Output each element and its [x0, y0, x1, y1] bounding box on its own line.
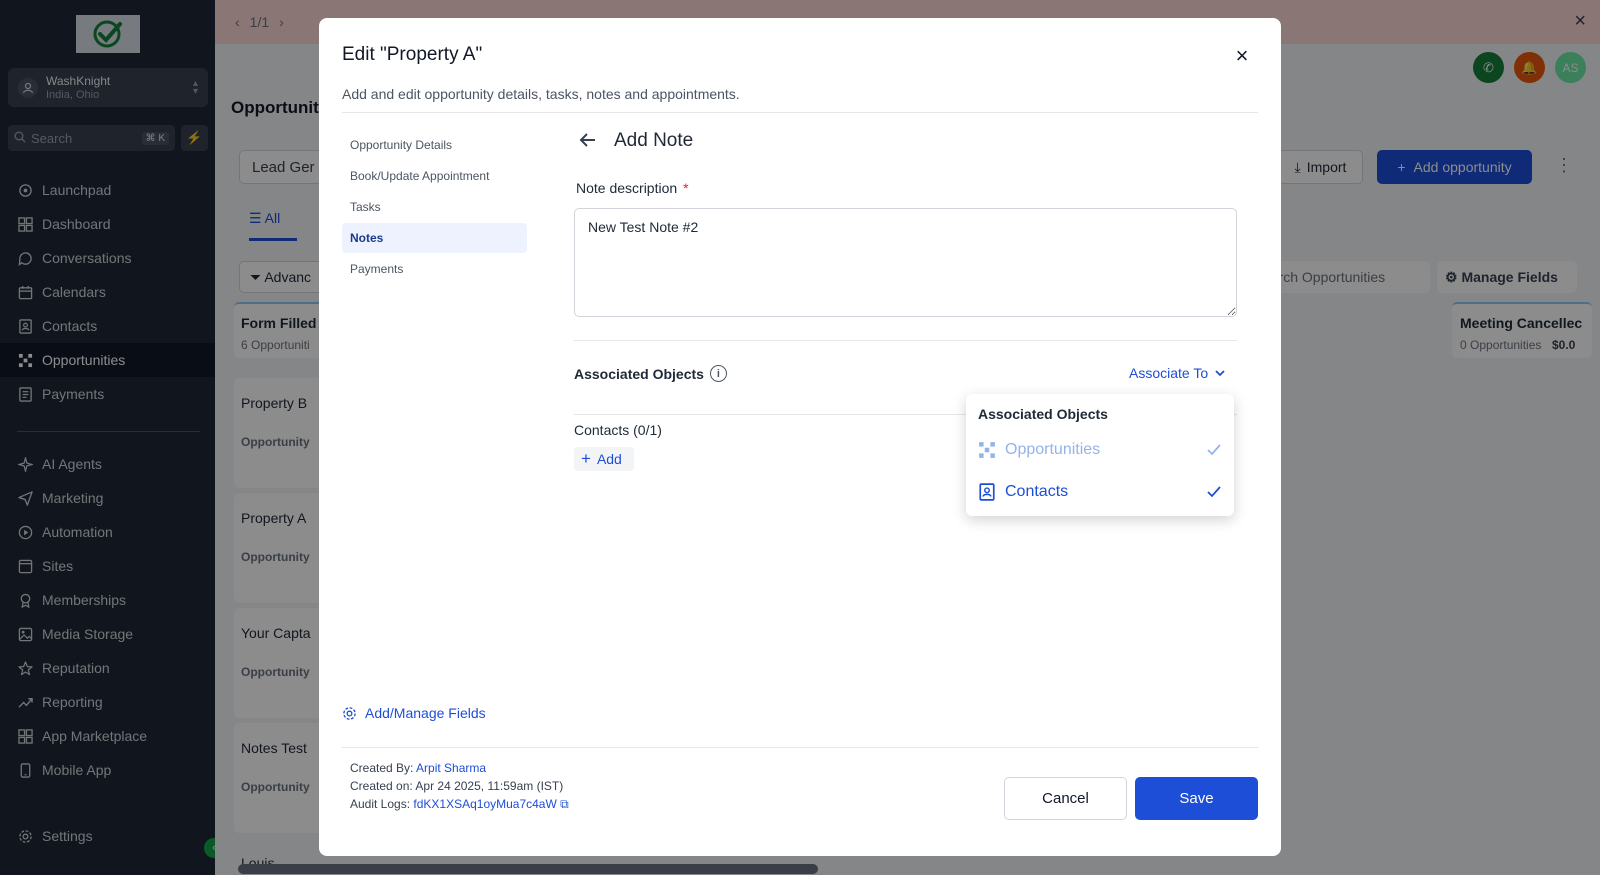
created-by-label: Created By:	[350, 761, 414, 775]
check-icon	[1207, 486, 1221, 498]
info-icon[interactable]: i	[709, 365, 727, 382]
check-icon	[1207, 444, 1221, 456]
note-description-field[interactable]: New Test Note #2	[574, 208, 1237, 317]
add-label: Add	[596, 451, 622, 467]
note-label-text: Note description	[576, 180, 678, 196]
option-label: Contacts	[1005, 483, 1069, 500]
associate-to-label: Associate To	[1129, 365, 1209, 381]
associated-objects-label: Associated Objects	[574, 365, 704, 382]
tab-payments[interactable]: Payments	[342, 254, 527, 284]
audit-logs-label: Audit Logs:	[350, 797, 411, 811]
associate-to-button[interactable]: Associate To	[1129, 365, 1226, 381]
created-on-value: Apr 24 2025, 11:59am (IST)	[415, 779, 564, 793]
created-on-label: Created on:	[350, 779, 413, 793]
divider	[574, 340, 1237, 341]
edit-opportunity-modal: Edit "Property A" Add and edit opportuni…	[319, 18, 1281, 856]
dropdown-option-contacts[interactable]: Contacts	[978, 478, 1222, 506]
copy-icon[interactable]: ⧉	[560, 797, 569, 811]
audit-log-link[interactable]: fdKX1XSAq1oyMua7c4aW	[413, 797, 556, 811]
contacts-heading: Contacts (0/1)	[574, 422, 662, 438]
add-contact-button[interactable]: + Add	[574, 447, 634, 471]
manage-fields-text: Add/Manage Fields	[365, 705, 486, 721]
close-icon[interactable]: ×	[1231, 45, 1253, 68]
cancel-button[interactable]: Cancel	[1004, 777, 1127, 820]
plus-icon: +	[581, 449, 591, 468]
associated-objects-heading: Associated Objects i	[574, 365, 727, 382]
option-label: Opportunities	[1005, 441, 1101, 458]
back-arrow-icon[interactable]	[578, 130, 598, 156]
tab-opportunity-details[interactable]: Opportunity Details	[342, 130, 527, 160]
divider	[342, 747, 1258, 748]
gear-icon	[343, 706, 356, 720]
section-title: Add Note	[614, 130, 694, 151]
dropdown-heading: Associated Objects	[978, 406, 1108, 422]
divider	[342, 112, 1258, 113]
record-metadata: Created By: Arpit Sharma Created on: Apr…	[350, 759, 569, 813]
modal-subtitle: Add and edit opportunity details, tasks,…	[342, 86, 740, 102]
required-mark: *	[683, 180, 689, 196]
tab-tasks[interactable]: Tasks	[342, 192, 527, 222]
dropdown-option-opportunities[interactable]: Opportunities	[978, 436, 1222, 464]
chevron-down-icon	[1215, 370, 1225, 377]
modal-title: Edit "Property A"	[342, 44, 483, 65]
opportunities-icon	[979, 442, 995, 458]
add-manage-fields-link[interactable]: Add/Manage Fields	[342, 705, 486, 721]
associate-dropdown: Associated Objects Opportunities Contact…	[966, 394, 1234, 516]
note-description-label: Note description *	[576, 180, 689, 196]
contact-card-icon	[979, 483, 995, 501]
created-by-link[interactable]: Arpit Sharma	[416, 761, 486, 775]
tab-notes[interactable]: Notes	[342, 223, 527, 253]
save-button[interactable]: Save	[1135, 777, 1258, 820]
modal-nav: Opportunity Details Book/Update Appointm…	[342, 130, 527, 285]
tab-book-appointment[interactable]: Book/Update Appointment	[342, 161, 527, 191]
